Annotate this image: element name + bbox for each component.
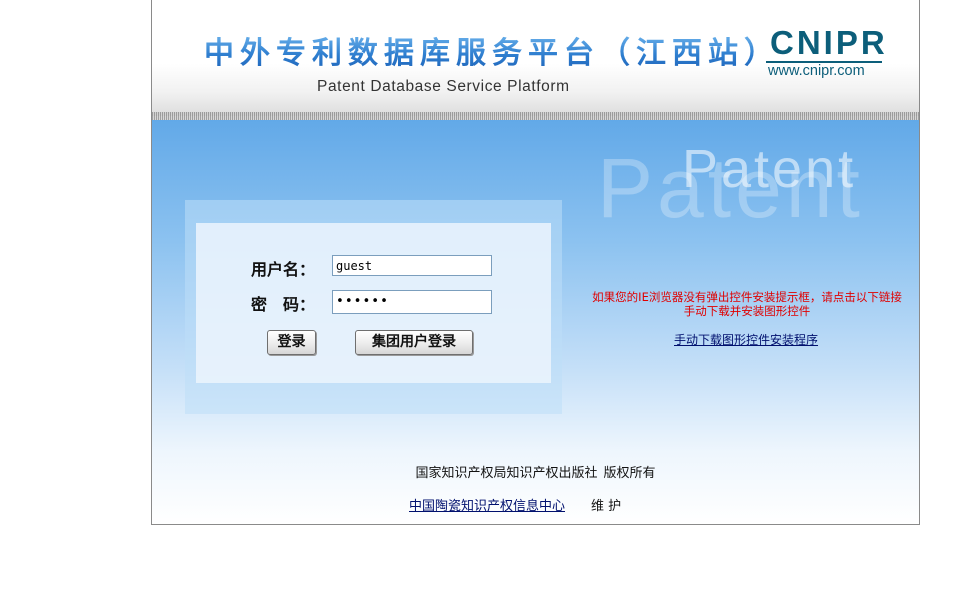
logo-url: www.cnipr.com — [768, 63, 865, 79]
header-banner: 中外专利数据库服务平台（江西站） Patent Database Service… — [152, 0, 919, 116]
copyright-line: 国家知识产权局知识产权出版社 版权所有 — [152, 462, 919, 481]
password-label: 密 码： — [251, 295, 316, 314]
download-control-link[interactable]: 手动下载图形控件安装程序 — [674, 331, 818, 348]
cnipr-logo: CNIPR — [770, 24, 888, 61]
username-input[interactable] — [332, 255, 492, 276]
main-area: Patent Patent 用户名： 密 码： •••••• 登录 集团用户登录… — [152, 120, 919, 524]
maintainer-link[interactable]: 中国陶瓷知识产权信息中心 — [409, 499, 565, 514]
maintainer-suffix: 维 护 — [591, 499, 622, 514]
username-label: 用户名： — [251, 260, 316, 279]
site-subtitle: Patent Database Service Platform — [317, 78, 570, 95]
login-panel: 用户名： 密 码： •••••• 登录 集团用户登录 — [185, 200, 562, 414]
login-button[interactable]: 登录 — [267, 330, 316, 355]
site-title: 中外专利数据库服务平台（江西站） — [204, 28, 780, 72]
group-login-button[interactable]: 集团用户登录 — [355, 330, 473, 355]
header-divider — [152, 112, 919, 120]
login-form: 用户名： 密 码： •••••• 登录 集团用户登录 — [196, 223, 551, 383]
page-frame: 中外专利数据库服务平台（江西站） Patent Database Service… — [151, 0, 920, 525]
password-input[interactable]: •••••• — [332, 290, 492, 314]
copyright-org: 国家知识产权局知识产权出版社 — [415, 466, 598, 481]
copyright-rights: 版权所有 — [603, 466, 656, 481]
maintainer-line: 中国陶瓷知识产权信息中心 维 护 — [409, 495, 621, 514]
background-watermark-overlay: Patent — [682, 139, 857, 199]
install-notice: 如果您的IE浏览器没有弹出控件安装提示框，请点击以下链接手动下载并安装图形控件 — [592, 290, 902, 318]
